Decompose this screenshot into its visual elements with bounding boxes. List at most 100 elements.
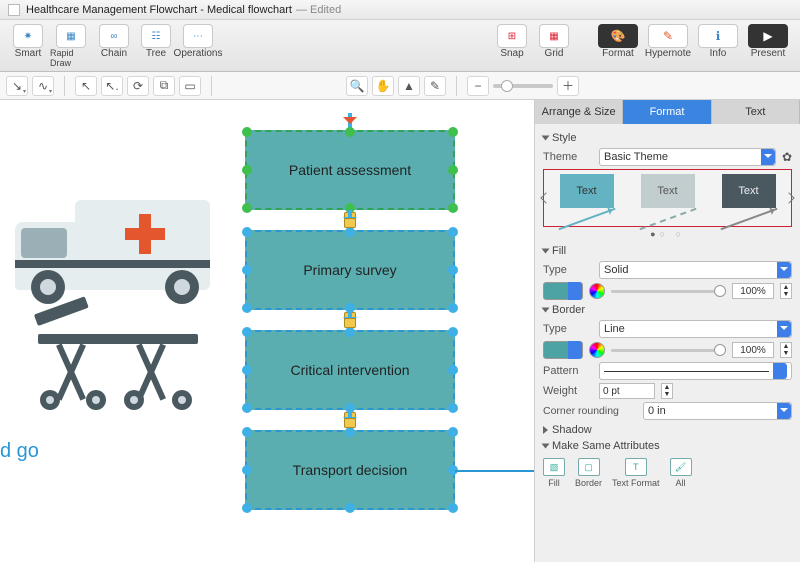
inspector: Arrange & Size Format Text Style Theme B… <box>535 100 800 562</box>
section-make-same-header[interactable]: Make Same Attributes <box>543 440 792 452</box>
hypernote-button[interactable]: ✎Hypernote <box>644 24 692 59</box>
fill-type-select[interactable]: Solid <box>599 261 792 279</box>
fill-opacity-value[interactable]: 100% <box>732 283 774 299</box>
msa-fill-button[interactable]: ▧Fill <box>543 458 565 488</box>
border-opacity-slider[interactable] <box>611 349 726 352</box>
node-primary-survey[interactable]: Primary survey <box>245 230 455 310</box>
style-swatch-3[interactable]: Text <box>722 174 776 208</box>
corner-rounding-label: Corner rounding <box>543 405 637 417</box>
weight-stepper[interactable]: ▲▼ <box>661 383 673 399</box>
eyedropper-tool[interactable]: ✎ <box>424 76 446 96</box>
present-icon: ▶ <box>748 24 788 48</box>
connector-right[interactable] <box>455 470 535 472</box>
stamp-tool[interactable]: ▲ <box>398 76 420 96</box>
text-icon: T <box>625 458 647 476</box>
draw-curve-tool[interactable]: ∿▾ <box>32 76 54 96</box>
pointer-tool[interactable]: ↖ <box>75 76 97 96</box>
style-swatch-1[interactable]: Text <box>560 174 614 208</box>
node-patient-assessment[interactable]: Patient assessment <box>245 130 455 210</box>
weight-label: Weight <box>543 385 593 397</box>
weight-input[interactable]: 0 pt <box>599 383 655 399</box>
zoom-out-button[interactable]: − <box>467 76 489 96</box>
info-icon: ℹ <box>698 24 738 48</box>
bulb-icon: ✷ <box>13 24 43 48</box>
section-style-header[interactable]: Style <box>543 132 792 144</box>
ambulance-clipart[interactable] <box>15 200 210 290</box>
present-button[interactable]: ▶Present <box>744 24 792 59</box>
fill-opacity-slider[interactable] <box>611 290 726 293</box>
fill-opacity-stepper[interactable]: ▲▼ <box>780 283 792 299</box>
tab-text[interactable]: Text <box>712 100 800 124</box>
stretcher-clipart[interactable] <box>38 320 198 410</box>
line-style-3[interactable] <box>720 208 777 230</box>
tab-format[interactable]: Format <box>623 100 711 124</box>
theme-select[interactable]: Basic Theme <box>599 148 776 166</box>
zoom-tool[interactable]: 🔍 <box>346 76 368 96</box>
corner-rounding-select[interactable]: 0 in <box>643 402 792 420</box>
line-style-2[interactable] <box>639 208 696 230</box>
color-wheel-icon[interactable] <box>589 283 605 299</box>
chain-icon: ∞ <box>99 24 129 48</box>
zoom-in-button[interactable]: ＋ <box>557 76 579 96</box>
lock-icon <box>344 218 356 228</box>
border-type-select[interactable]: Line <box>599 320 792 338</box>
color-wheel-icon[interactable] <box>589 342 605 358</box>
rapid-draw-icon: ▦ <box>56 24 86 48</box>
border-opacity-stepper[interactable]: ▲▼ <box>780 342 792 358</box>
style-swatch-2[interactable]: Text <box>641 174 695 208</box>
draw-line-tool[interactable]: ↘▾ <box>6 76 28 96</box>
rapid-draw-button[interactable]: ▦Rapid Draw <box>50 24 92 68</box>
line-style-1[interactable] <box>558 208 615 230</box>
border-type-label: Type <box>543 323 593 335</box>
rotate-tool[interactable]: ⟳ <box>127 76 149 96</box>
wallet-tool[interactable]: ▭ <box>179 76 201 96</box>
file-icon <box>8 4 20 16</box>
note-icon: ✎ <box>648 24 688 48</box>
tree-button[interactable]: ☷Tree <box>136 24 176 68</box>
pattern-select[interactable] <box>599 362 792 380</box>
fill-icon: ▧ <box>543 458 565 476</box>
make-same-attributes: ▧Fill ▢Border TText Format 🖌All <box>543 456 792 494</box>
format-panel-button[interactable]: 🎨Format <box>594 24 642 59</box>
tab-arrange-size[interactable]: Arrange & Size <box>535 100 623 124</box>
red-cross-icon <box>125 214 165 254</box>
msa-border-button[interactable]: ▢Border <box>575 458 602 488</box>
section-shadow-header[interactable]: Shadow <box>543 424 792 436</box>
lock-icon <box>344 418 356 428</box>
snap-button[interactable]: ⊞Snap <box>492 24 532 59</box>
toolbar-right-group: 🎨Format ✎Hypernote ℹInfo ▶Present <box>594 24 792 59</box>
chain-button[interactable]: ∞Chain <box>94 24 134 68</box>
pattern-label: Pattern <box>543 365 593 377</box>
theme-label: Theme <box>543 151 593 163</box>
pan-tool[interactable]: ✋ <box>372 76 394 96</box>
zoom-slider[interactable] <box>493 84 553 88</box>
crop-tool[interactable]: ⧉ <box>153 76 175 96</box>
partial-text[interactable]: d go <box>0 440 39 463</box>
fill-type-label: Type <box>543 264 593 276</box>
snap-icon: ⊞ <box>497 24 527 48</box>
lock-icon <box>344 318 356 328</box>
tree-icon: ☷ <box>141 24 171 48</box>
document-title: Healthcare Management Flowchart - Medica… <box>26 4 292 16</box>
section-fill-header[interactable]: Fill <box>543 245 792 257</box>
msa-all-button[interactable]: 🖌All <box>670 458 692 488</box>
canvas[interactable]: Patient assessment Primary survey Critic… <box>0 100 535 562</box>
title-bar: Healthcare Management Flowchart - Medica… <box>0 0 800 20</box>
fill-color-swatch[interactable] <box>543 282 583 300</box>
gear-icon[interactable]: ✿ <box>782 150 792 164</box>
document-status: — Edited <box>296 4 341 16</box>
msa-text-format-button[interactable]: TText Format <box>612 458 660 488</box>
section-border-header[interactable]: Border <box>543 304 792 316</box>
main-toolbar: ✷Smart ▦Rapid Draw ∞Chain ☷Tree ⋯Operati… <box>0 20 800 72</box>
border-color-swatch[interactable] <box>543 341 583 359</box>
edit-points-tool[interactable]: ↖. <box>101 76 123 96</box>
grid-button[interactable]: ▦Grid <box>534 24 574 59</box>
smart-button[interactable]: ✷Smart <box>8 24 48 68</box>
node-transport-decision[interactable]: Transport decision <box>245 430 455 510</box>
node-critical-intervention[interactable]: Critical intervention <box>245 330 455 410</box>
swatch-page-dots[interactable]: ●○ ○ <box>543 229 792 239</box>
border-opacity-value[interactable]: 100% <box>732 342 774 358</box>
info-button[interactable]: ℹInfo <box>694 24 742 59</box>
operations-button[interactable]: ⋯Operations <box>178 24 218 68</box>
tool-strip: ↘▾ ∿▾ ↖ ↖. ⟳ ⧉ ▭ 🔍 ✋ ▲ ✎ − ＋ <box>0 72 800 100</box>
